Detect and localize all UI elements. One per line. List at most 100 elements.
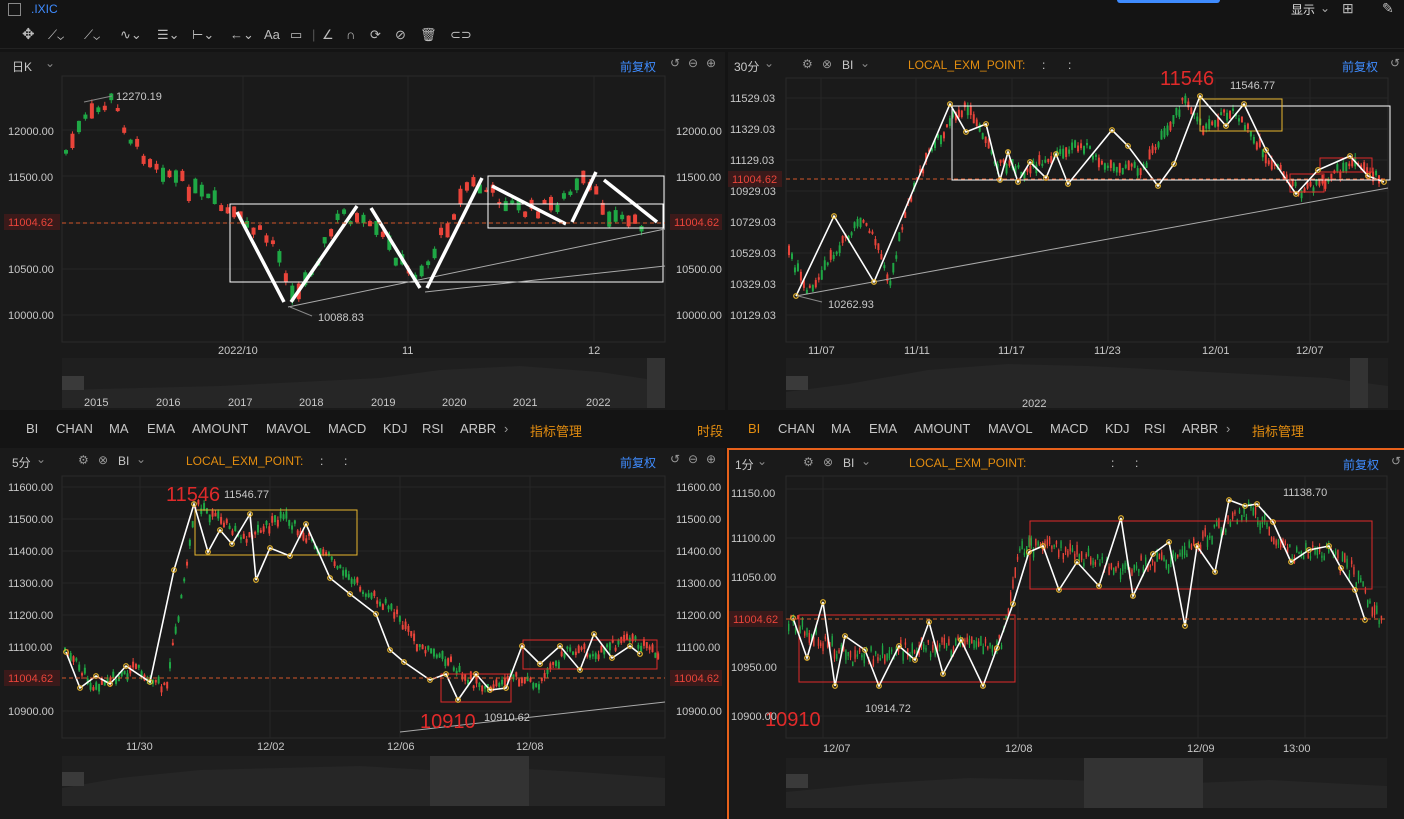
pen-icon[interactable]: ✎ xyxy=(1382,0,1394,17)
move-icon[interactable]: ✥ xyxy=(22,26,35,44)
candle-body xyxy=(1187,101,1190,108)
indicator-manage-button[interactable]: 指标管理 xyxy=(1252,421,1304,440)
indicator-rsi[interactable]: RSI xyxy=(422,421,444,436)
indicator-amount[interactable]: AMOUNT xyxy=(192,421,248,436)
nav-year: 2016 xyxy=(156,397,180,409)
chart-panel-30min[interactable]: 30分 ⌄ ⚙ ⊗ BI ⌄ LOCAL_EXM_POINT: : : 前复权 … xyxy=(728,52,1404,410)
candle-body xyxy=(361,214,366,224)
candle-body xyxy=(620,214,625,220)
indicator-amount[interactable]: AMOUNT xyxy=(914,421,970,436)
y-tick: 11100.00 xyxy=(8,642,52,654)
ruler-icon[interactable]: ∠ xyxy=(322,26,334,44)
magnet-icon[interactable]: ∩ xyxy=(346,26,355,44)
30min-candle-chart[interactable]: 11546 11546.77 10262.93 11004.62 11529.0… xyxy=(728,52,1404,410)
candle-body xyxy=(858,648,861,653)
indicator-macd[interactable]: MACD xyxy=(1050,421,1088,436)
y-tick: 11500.00 xyxy=(676,514,721,526)
indicator-ma[interactable]: MA xyxy=(109,421,129,436)
candle-body xyxy=(419,265,424,277)
symbol-title[interactable]: .IXIC xyxy=(31,2,58,16)
candle-body xyxy=(1122,564,1124,572)
y-tick: 11529.03 xyxy=(730,93,775,105)
candle-body xyxy=(966,105,969,116)
session-button[interactable]: 时段 xyxy=(697,421,723,440)
comment-icon[interactable]: ▭ xyxy=(290,26,302,44)
fib-tool-icon[interactable]: ☰⌄ xyxy=(157,26,180,44)
price-tag-left: 11004.62 xyxy=(733,614,778,626)
candle-body xyxy=(1353,567,1355,575)
indicator-kdj[interactable]: KDJ xyxy=(1105,421,1130,436)
y-tick: 11400.00 xyxy=(8,546,53,558)
candle-body xyxy=(258,225,262,230)
arrow-tool-icon[interactable]: ←⌄ xyxy=(230,26,254,44)
indicator-arbr[interactable]: ARBR xyxy=(460,421,496,436)
candle-body xyxy=(163,682,166,686)
candle-body xyxy=(939,644,941,648)
candle-body xyxy=(515,672,518,677)
candle-body xyxy=(838,245,841,253)
candle-body xyxy=(874,651,877,654)
indicator-rsi[interactable]: RSI xyxy=(1144,421,1166,436)
chevron-right-icon[interactable]: › xyxy=(1226,421,1230,436)
hide-icon[interactable]: ⊘ xyxy=(395,26,406,44)
indicator-manage-button[interactable]: 指标管理 xyxy=(530,421,582,440)
measure-tool-icon[interactable]: ⊢⌄ xyxy=(192,26,214,44)
layout-grid-icon[interactable]: ⊞ xyxy=(1342,0,1354,17)
line-tool-icon[interactable]: ⟋⌄ xyxy=(48,26,64,44)
candle-body xyxy=(1252,136,1255,144)
candle-body xyxy=(1334,551,1337,555)
chart-panel-daily[interactable]: 日K ⌄ 前复权 ↺ ⊖ ⊕ 12270.19 10088.83 11004.6… xyxy=(0,52,725,410)
indicator-chan[interactable]: CHAN xyxy=(778,421,815,436)
sync-icon[interactable]: ⟳ xyxy=(370,26,381,44)
indicator-mavol[interactable]: MAVOL xyxy=(988,421,1033,436)
candle-body xyxy=(1074,140,1077,148)
candle-body xyxy=(1037,541,1039,546)
chevron-down-icon[interactable]: ⌄ xyxy=(1320,1,1330,15)
indicator-ema[interactable]: EMA xyxy=(869,421,897,436)
5min-candle-chart[interactable]: 11546 11546.77 10910 10910.62 11004.62 1… xyxy=(0,448,725,819)
candle-body xyxy=(1174,554,1177,561)
x-tick: 11/17 xyxy=(998,345,1025,357)
candle-body xyxy=(134,663,137,670)
indicator-bi[interactable]: BI xyxy=(748,421,760,436)
indicator-mavol[interactable]: MAVOL xyxy=(266,421,311,436)
indicator-ema[interactable]: EMA xyxy=(147,421,175,436)
ray-tool-icon[interactable]: ⟋⌄ xyxy=(84,26,100,44)
candle-body xyxy=(1060,541,1062,549)
candle-body xyxy=(898,232,901,242)
candle-body xyxy=(370,592,373,599)
candle-body xyxy=(498,683,501,687)
candle-body xyxy=(1088,146,1091,149)
candle-body xyxy=(1202,531,1204,539)
candle-body xyxy=(1017,165,1020,168)
text-tool-icon[interactable]: Aa xyxy=(264,26,280,44)
indicator-macd[interactable]: MACD xyxy=(328,421,366,436)
candle-body xyxy=(1190,107,1193,115)
y-tick: 11300.00 xyxy=(8,578,53,590)
indicator-bi[interactable]: BI xyxy=(26,421,38,436)
link-icon[interactable]: ⊂⊃ xyxy=(450,26,472,44)
daily-candle-chart[interactable]: 12270.19 10088.83 11004.62 11004.62 1200… xyxy=(0,52,725,410)
wave-tool-icon[interactable]: ∿⌄ xyxy=(120,26,142,44)
chevron-right-icon[interactable]: › xyxy=(504,421,508,436)
candle-body xyxy=(188,539,191,546)
candle-body xyxy=(577,645,580,654)
chart-panel-5min[interactable]: 5分 ⌄ ⚙ ⊗ BI ⌄ LOCAL_EXM_POINT: : : 前复权 ↺… xyxy=(0,448,725,819)
candle-body xyxy=(1196,116,1199,122)
candle-body xyxy=(597,654,600,660)
candle-body xyxy=(536,211,541,219)
indicator-chan[interactable]: CHAN xyxy=(56,421,93,436)
candle-body xyxy=(526,676,529,682)
indicator-arbr[interactable]: ARBR xyxy=(1182,421,1218,436)
trash-icon[interactable]: 🗑 xyxy=(420,26,437,44)
candle-body xyxy=(430,648,433,654)
indicator-kdj[interactable]: KDJ xyxy=(383,421,408,436)
candle-body xyxy=(824,636,827,640)
display-menu[interactable]: 显示 xyxy=(1291,1,1315,18)
chart-panel-1min[interactable]: 1分 ⌄ ⚙ ⊗ BI ⌄ LOCAL_EXM_POINT: : : 前复权 ↺… xyxy=(727,448,1404,819)
indicator-ma[interactable]: MA xyxy=(831,421,851,436)
indicator-bar: BI CHAN MA EMA AMOUNT MAVOL MACD KDJ RSI… xyxy=(0,417,1404,441)
candle-body xyxy=(1112,163,1115,171)
1min-candle-chart[interactable]: 11138.70 10910 10914.72 11004.62 11150.0… xyxy=(729,450,1404,819)
candle-body xyxy=(137,664,140,668)
